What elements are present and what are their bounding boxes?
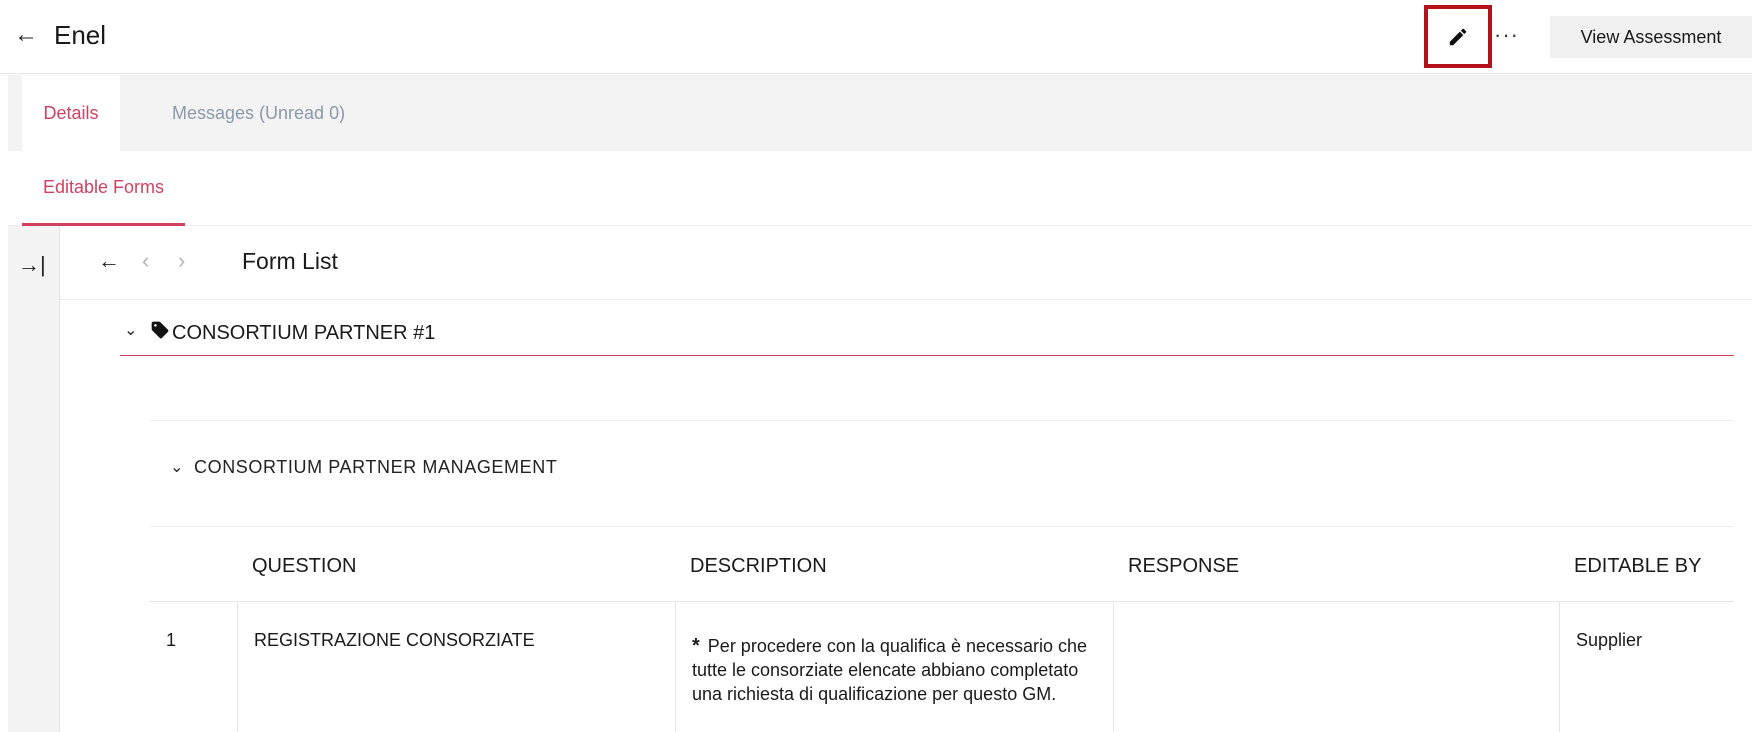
description-text: * Per procedere con la qualifica è necess…	[692, 634, 1102, 706]
tag-icon	[151, 321, 169, 339]
pencil-icon	[1449, 28, 1467, 45]
column-header-response: RESPONSE	[1128, 555, 1240, 577]
section-title: CONSORTIUM PARTNER #1	[172, 322, 436, 344]
form-list-toolbar: ← ‹ › Form List	[60, 226, 1752, 300]
form-list-title: Form List	[242, 248, 338, 274]
column-header-description: DESCRIPTION	[690, 555, 827, 577]
more-options-icon[interactable]: ···	[1494, 20, 1519, 50]
subsection-header[interactable]: ⌄ CONSORTIUM PARTNER MANAGEMENT	[150, 420, 1734, 527]
subsection-title: CONSORTIUM PARTNER MANAGEMENT	[194, 457, 558, 477]
column-header-question: QUESTION	[252, 555, 357, 577]
chevron-down-icon[interactable]: ⌄	[124, 320, 137, 340]
expand-panel-icon[interactable]: →|	[18, 252, 46, 278]
row-number: 1	[166, 630, 177, 650]
chevron-down-icon[interactable]: ⌄	[170, 457, 183, 477]
tab-editable-forms[interactable]: Editable Forms	[22, 151, 185, 226]
response-cell[interactable]	[1114, 602, 1560, 732]
editable-by-cell: Supplier	[1560, 602, 1734, 732]
tab-details[interactable]: Details	[22, 75, 120, 151]
tab-messages[interactable]: Messages (Unread 0)	[172, 75, 345, 151]
back-arrow-icon[interactable]: ←	[14, 20, 38, 50]
edit-button[interactable]	[1424, 5, 1492, 68]
next-icon[interactable]: ›	[178, 248, 185, 274]
previous-icon[interactable]: ‹	[142, 248, 149, 274]
page-title: Enel	[54, 20, 107, 50]
main-tabs: Details Messages (Unread 0)	[8, 75, 1752, 151]
required-asterisk: *	[692, 635, 700, 657]
top-bar: ← Enel ··· View Assessment	[0, 0, 1752, 74]
question-cell: REGISTRAZIONE CONSORZIATE	[238, 602, 676, 732]
question-text: REGISTRAZIONE CONSORZIATE	[254, 630, 535, 650]
questions-table: QUESTION DESCRIPTION RESPONSE EDITABLE B…	[150, 527, 1734, 732]
form-list-back-icon[interactable]: ←	[98, 248, 120, 274]
table-row: 1 REGISTRAZIONE CONSORZIATE * Per procede…	[150, 602, 1734, 732]
column-header-editable-by: EDITABLE BY	[1574, 555, 1702, 577]
left-rail: →|	[8, 226, 60, 732]
section-header[interactable]: ⌄ CONSORTIUM PARTNER #1	[120, 316, 1734, 356]
description-body: Per procedere con la qualifica è necessa…	[692, 636, 1088, 704]
row-number-cell: 1	[150, 602, 238, 732]
sub-tabs: Editable Forms	[8, 151, 1752, 226]
view-assessment-button[interactable]: View Assessment	[1550, 16, 1752, 58]
editable-by-value: Supplier	[1576, 630, 1643, 650]
description-cell: * Per procedere con la qualifica è necess…	[676, 602, 1114, 732]
